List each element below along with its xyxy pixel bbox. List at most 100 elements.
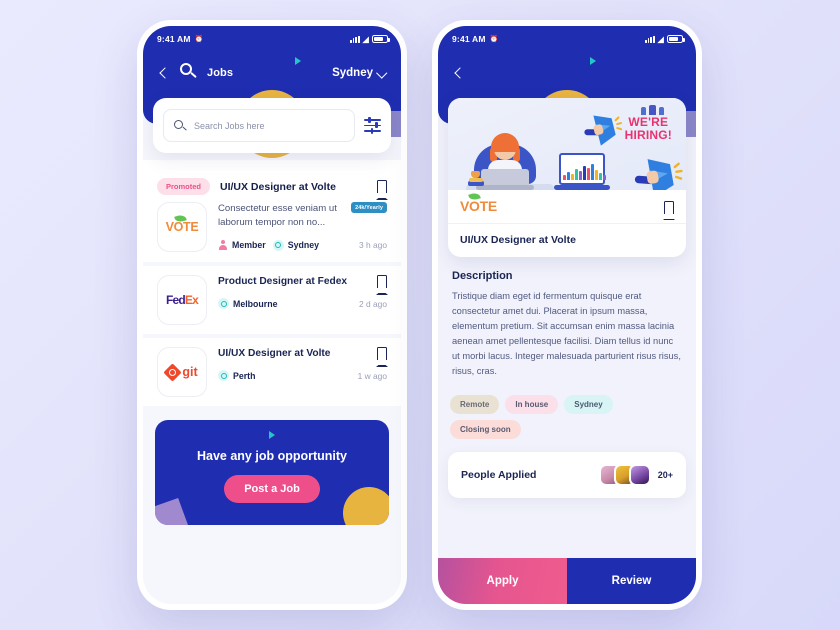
alarm-icon: ⏰	[489, 36, 499, 43]
cta-area: Have any job opportunity Post a Job	[143, 410, 401, 537]
tag-remote[interactable]: Remote	[450, 395, 500, 415]
job-title: UI/UX Designer at Volte	[460, 234, 576, 246]
fedex-logo: FedEx	[157, 275, 207, 325]
purple-shape-decoration	[155, 498, 188, 525]
status-bar: 9:41 AM ⏰ ◢	[143, 26, 401, 52]
bookmark-icon[interactable]	[663, 200, 676, 221]
hiring-line-2: HIRING!	[624, 127, 672, 142]
screenshot-canvas: 9:41 AM ⏰ ◢ Jobs Sydney Search Jobs here…	[0, 0, 840, 630]
search-input-wrapper[interactable]: Search Jobs here	[163, 109, 355, 142]
location-pin-icon	[272, 239, 284, 251]
yellow-circle-decoration	[343, 487, 389, 525]
tag-closing-soon[interactable]: Closing soon	[450, 420, 521, 440]
list-item[interactable]: FedEx Product Designer at Fedex Melbourn…	[143, 266, 401, 334]
git-logo: git	[157, 347, 207, 397]
post-job-banner: Have any job opportunity Post a Job	[155, 420, 389, 525]
megaphone-icon	[634, 155, 683, 190]
location-label: Perth	[233, 370, 256, 381]
promoted-job-title: UI/UX Designer at Volte	[220, 180, 336, 193]
apply-button[interactable]: Apply	[438, 558, 567, 604]
search-logo-icon	[179, 63, 199, 83]
action-bar: Apply Review	[438, 558, 696, 604]
description-body: Tristique diam eget id fermentum quisque…	[452, 291, 681, 377]
bookmark-icon[interactable]	[376, 275, 389, 295]
nav-bar-right	[452, 52, 682, 94]
member-label: Member	[232, 240, 266, 251]
time-ago: 3 h ago	[359, 240, 387, 251]
avatar	[628, 464, 651, 487]
promoted-header: Promoted UI/UX Designer at Volte	[157, 169, 389, 202]
job-title: UI/UX Designer at Volte	[218, 348, 331, 359]
location-selector[interactable]: Sydney	[332, 67, 387, 79]
review-button[interactable]: Review	[567, 558, 696, 604]
status-badge: Promoted	[157, 178, 211, 195]
location-pin-icon	[218, 370, 229, 382]
hiring-illustration: WE'RE HIRING!	[448, 98, 686, 190]
meta-member: Member	[218, 240, 266, 250]
status-time: 9:41 AM	[157, 34, 191, 44]
back-button[interactable]	[157, 66, 171, 80]
time-ago: 1 w ago	[357, 370, 387, 381]
job-meta: Member Sydney 3 h ago	[218, 239, 387, 251]
description-heading: Description	[452, 270, 513, 282]
job-description: Consectetur esse veniam ut laborum tempo…	[218, 203, 337, 229]
status-bar-right: ◢	[350, 35, 390, 44]
meta-location: Melbourne	[218, 298, 278, 310]
bookmark-icon[interactable]	[376, 347, 389, 367]
wifi-icon: ◢	[657, 34, 664, 44]
avatar-group: 20+	[598, 464, 673, 487]
time-ago: 2 d ago	[359, 298, 387, 309]
person-working-illustration	[466, 128, 554, 190]
job-content: Consectetur esse veniam ut laborum tempo…	[218, 202, 387, 251]
phone-screen-right: 9:41 AM ⏰ ◢ WE'RE HIRING! VOTE UI/UX Des…	[438, 26, 696, 604]
search-icon	[174, 119, 187, 132]
alarm-icon: ⏰	[194, 36, 204, 43]
megaphone-icon	[584, 111, 623, 146]
hiring-banner-text: WE'RE HIRING!	[625, 116, 672, 141]
status-bar-right: ◢	[645, 34, 685, 44]
phone-jobs-list: 9:41 AM ⏰ ◢ Jobs Sydney Search Jobs here…	[137, 20, 407, 610]
back-button[interactable]	[452, 66, 466, 80]
bookmark-icon[interactable]	[376, 180, 389, 200]
people-applied-label: People Applied	[461, 469, 537, 482]
list-item[interactable]: git UI/UX Designer at Volte Perth 1 w ag…	[143, 338, 401, 406]
signal-bars-icon	[645, 35, 655, 43]
page-title: Jobs	[207, 67, 234, 79]
battery-icon	[372, 35, 390, 43]
location-pin-icon	[218, 298, 229, 310]
promoted-block[interactable]: Promoted UI/UX Designer at Volte VOTE Co…	[143, 160, 401, 262]
status-bar-left: 9:41 AM ⏰	[157, 34, 204, 44]
signal-bars-icon	[350, 35, 360, 43]
nav-bar-left: Jobs Sydney	[157, 52, 387, 94]
phone-screen-left: 9:41 AM ⏰ ◢ Jobs Sydney Search Jobs here…	[143, 26, 401, 604]
location-label: Melbourne	[233, 298, 278, 309]
hiring-line-1: WE'RE	[628, 115, 669, 129]
filter-sliders-icon[interactable]	[364, 117, 381, 134]
battery-icon	[667, 35, 685, 43]
teal-triangle-decoration	[269, 431, 275, 439]
people-applied-card[interactable]: People Applied 20+	[448, 452, 686, 499]
pay-badge: 24k/Yearly	[351, 202, 387, 213]
people-group-icon	[641, 105, 664, 115]
job-tags: Remote In house Sydney Closing soon	[438, 379, 696, 440]
jobs-list: Promoted UI/UX Designer at Volte VOTE Co…	[143, 153, 401, 406]
list-item[interactable]: VOTE Consectetur esse veniam ut laborum …	[157, 202, 387, 260]
vote-logo: VOTE	[157, 202, 207, 252]
job-hero-card: WE'RE HIRING! VOTE UI/UX Designer at Vol…	[448, 98, 686, 257]
meta-location: Perth	[218, 370, 256, 382]
post-a-job-button[interactable]: Post a Job	[224, 474, 320, 503]
chart-laptop-illustration	[554, 150, 610, 190]
location-label: Sydney	[332, 67, 373, 79]
vote-logo: VOTE	[460, 191, 497, 216]
status-time: 9:41 AM	[452, 34, 486, 44]
tag-sydney[interactable]: Sydney	[564, 395, 613, 415]
search-input[interactable]: Search Jobs here	[194, 121, 265, 131]
meta-location: Sydney	[272, 239, 319, 251]
applicant-count: 20+	[657, 470, 673, 481]
search-card: Search Jobs here	[153, 98, 391, 153]
tag-in-house[interactable]: In house	[505, 395, 559, 415]
scroll-fade	[438, 536, 696, 558]
job-title: Product Designer at Fedex	[218, 276, 348, 287]
status-bar: 9:41 AM ⏰ ◢	[438, 26, 696, 52]
phone-job-detail: 9:41 AM ⏰ ◢ WE'RE HIRING! VOTE UI/UX Des…	[432, 20, 702, 610]
